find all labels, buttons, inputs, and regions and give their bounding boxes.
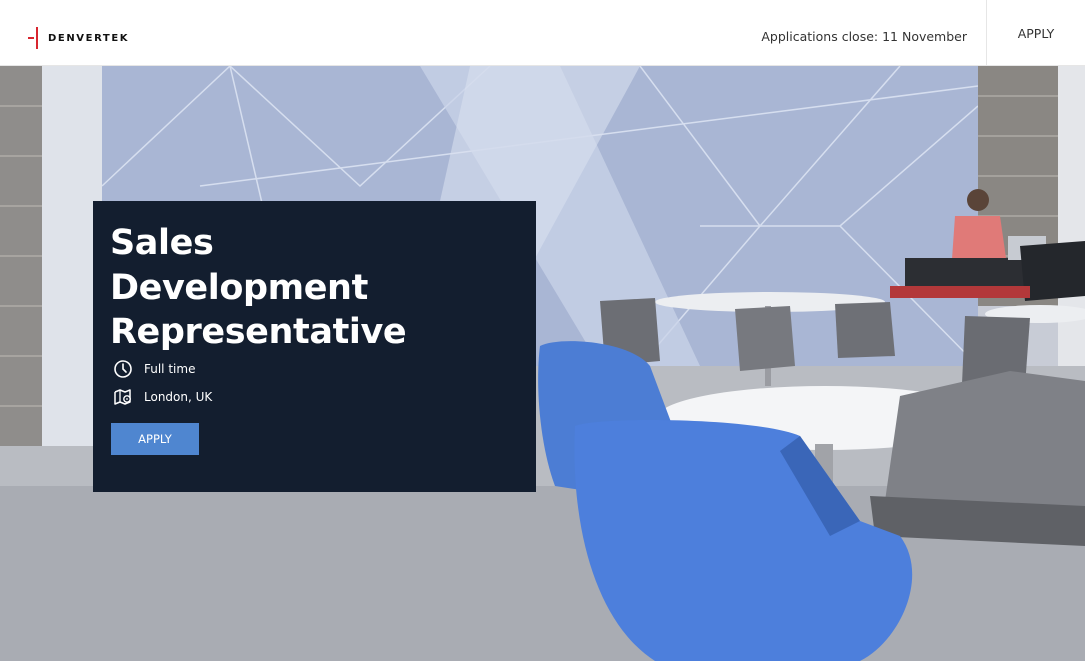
header-apply-link[interactable]: APPLY [987,0,1085,66]
location-row: London, UK [112,386,212,408]
logo-mark-icon [28,27,44,49]
job-title: Sales Development Representative [110,221,510,355]
map-pin-icon [112,386,134,408]
applications-close-date: Applications close: 11 November [761,29,967,44]
denvertek-logo[interactable]: DENVERTEK [28,27,129,49]
job-title-line-3: Representative [110,312,407,352]
logo-text: DENVERTEK [48,32,130,44]
clock-icon [112,358,134,380]
job-title-line-1: Sales [110,223,214,263]
job-card: Sales Development Representative Full ti… [93,201,536,492]
employment-type-row: Full time [112,358,195,380]
employment-type: Full time [144,362,196,376]
job-location: London, UK [144,390,213,404]
job-title-line-2: Development [110,267,368,308]
apply-button[interactable]: APPLY [111,423,199,455]
site-header: DENVERTEK Applications close: 11 Novembe… [0,0,1085,66]
